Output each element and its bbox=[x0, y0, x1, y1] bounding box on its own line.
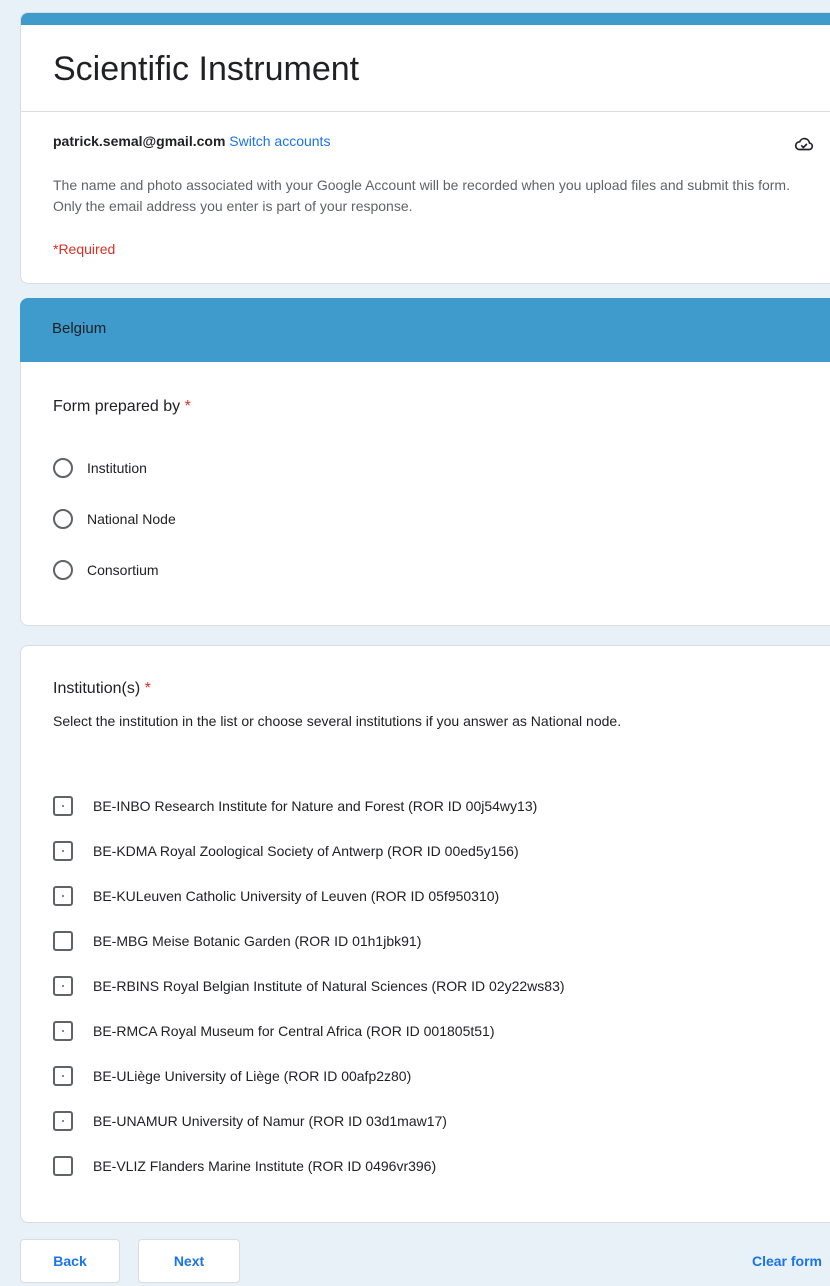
checkbox-option-mbg[interactable]: BE-MBG Meise Botanic Garden (ROR ID 01h1… bbox=[53, 929, 421, 953]
checkbox[interactable] bbox=[53, 1021, 73, 1041]
radio-label: Institution bbox=[87, 460, 147, 476]
account-row: patrick.semal@gmail.com Switch accounts bbox=[53, 133, 815, 157]
question-form-prepared-by: Form prepared by * Institution National … bbox=[20, 362, 830, 626]
checkbox-label: BE-KDMA Royal Zoological Society of Antw… bbox=[93, 843, 519, 859]
checkbox-option-kdma[interactable]: BE-KDMA Royal Zoological Society of Antw… bbox=[53, 839, 519, 863]
question-title-text: Form prepared by bbox=[53, 398, 181, 415]
form-title: Scientific Instrument bbox=[53, 50, 360, 88]
section-header: Belgium bbox=[20, 298, 830, 362]
checkbox[interactable] bbox=[53, 886, 73, 906]
checkbox[interactable] bbox=[53, 1066, 73, 1086]
checkbox[interactable] bbox=[53, 931, 73, 951]
checkbox-option-rmca[interactable]: BE-RMCA Royal Museum for Central Africa … bbox=[53, 1019, 494, 1043]
radio-button[interactable] bbox=[53, 509, 73, 529]
required-star: * bbox=[144, 680, 151, 697]
checkbox-option-rbins[interactable]: BE-RBINS Royal Belgian Institute of Natu… bbox=[53, 974, 565, 998]
checkbox-option-kuleuven[interactable]: BE-KULeuven Catholic University of Leuve… bbox=[53, 884, 499, 908]
radio-option-national-node[interactable]: National Node bbox=[53, 506, 176, 532]
section-title: Belgium bbox=[52, 320, 107, 337]
radio-option-consortium[interactable]: Consortium bbox=[53, 557, 159, 583]
required-star: * bbox=[184, 398, 191, 415]
cloud-check-icon bbox=[793, 133, 815, 155]
checkbox-label: BE-RBINS Royal Belgian Institute of Natu… bbox=[93, 978, 565, 994]
form-header-card: Scientific Instrument patrick.semal@gmai… bbox=[20, 12, 830, 284]
required-note: *Required bbox=[53, 241, 116, 257]
question-title: Institution(s) * bbox=[53, 680, 151, 698]
checkbox-label: BE-ULiège University of Liège (ROR ID 00… bbox=[93, 1068, 412, 1084]
radio-button[interactable] bbox=[53, 560, 73, 580]
title-divider bbox=[21, 111, 830, 112]
checkbox[interactable] bbox=[53, 1111, 73, 1131]
checkbox-label: BE-KULeuven Catholic University of Leuve… bbox=[93, 888, 500, 904]
account-notice: The name and photo associated with your … bbox=[53, 177, 790, 214]
switch-accounts-link[interactable]: Switch accounts bbox=[229, 133, 330, 149]
checkbox[interactable] bbox=[53, 841, 73, 861]
checkbox[interactable] bbox=[53, 1156, 73, 1176]
clear-form-link[interactable]: Clear form bbox=[752, 1253, 822, 1269]
radio-label: Consortium bbox=[87, 562, 159, 578]
radio-label: National Node bbox=[87, 511, 176, 527]
question-title: Form prepared by * bbox=[53, 398, 191, 416]
back-button[interactable]: Back bbox=[20, 1239, 120, 1283]
question-description: Select the institution in the list or ch… bbox=[53, 713, 622, 729]
next-button[interactable]: Next bbox=[138, 1239, 240, 1283]
checkbox-option-inbo[interactable]: BE-INBO Research Institute for Nature an… bbox=[53, 794, 537, 818]
checkbox[interactable] bbox=[53, 796, 73, 816]
checkbox-option-vliz[interactable]: BE-VLIZ Flanders Marine Institute (ROR I… bbox=[53, 1154, 436, 1178]
checkbox-label: BE-VLIZ Flanders Marine Institute (ROR I… bbox=[93, 1158, 437, 1174]
radio-button[interactable] bbox=[53, 458, 73, 478]
radio-option-institution[interactable]: Institution bbox=[53, 455, 147, 481]
checkbox-option-unamur[interactable]: BE-UNAMUR University of Namur (ROR ID 03… bbox=[53, 1109, 447, 1133]
checkbox-label: BE-INBO Research Institute for Nature an… bbox=[93, 798, 538, 814]
checkbox-label: BE-MBG Meise Botanic Garden (ROR ID 01h1… bbox=[93, 933, 422, 949]
question-institutions: Institution(s) * Select the institution … bbox=[20, 645, 830, 1223]
checkbox-label: BE-RMCA Royal Museum for Central Africa … bbox=[93, 1023, 495, 1039]
checkbox[interactable] bbox=[53, 976, 73, 996]
question-title-text: Institution(s) bbox=[53, 680, 141, 697]
checkbox-option-uliege[interactable]: BE-ULiège University of Liège (ROR ID 00… bbox=[53, 1064, 411, 1088]
header-accent-bar bbox=[21, 13, 830, 25]
account-email: patrick.semal@gmail.com bbox=[53, 133, 226, 149]
checkbox-label: BE-UNAMUR University of Namur (ROR ID 03… bbox=[93, 1113, 447, 1129]
